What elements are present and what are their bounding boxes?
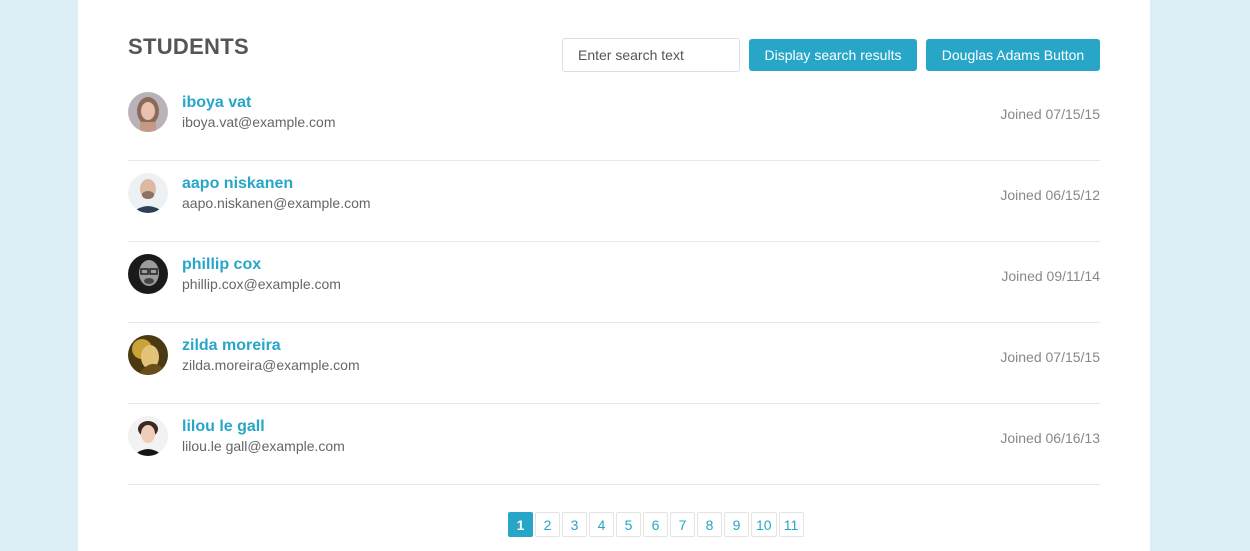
joined-date: Joined 07/15/15 xyxy=(1000,349,1100,365)
page-container: STUDENTS Display search results Douglas … xyxy=(78,0,1150,551)
joined-date: Joined 06/15/12 xyxy=(1000,187,1100,203)
student-name[interactable]: iboya vat xyxy=(182,94,251,112)
pagination: 1 2 3 4 5 6 7 8 9 10 11 xyxy=(508,512,804,537)
page-button-5[interactable]: 5 xyxy=(616,512,641,537)
student-row: aapo niskanen aapo.niskanen@example.com … xyxy=(128,161,1100,242)
joined-date: Joined 06/16/13 xyxy=(1000,430,1100,446)
student-email: zilda.moreira@example.com xyxy=(182,357,360,373)
page-button-3[interactable]: 3 xyxy=(562,512,587,537)
page-button-7[interactable]: 7 xyxy=(670,512,695,537)
page-button-10[interactable]: 10 xyxy=(751,512,777,537)
student-name[interactable]: zilda moreira xyxy=(182,337,281,355)
page-button-8[interactable]: 8 xyxy=(697,512,722,537)
student-email: aapo.niskanen@example.com xyxy=(182,195,371,211)
portrait-woman-golden-icon xyxy=(128,335,168,375)
search-input[interactable] xyxy=(562,38,740,72)
page-button-4[interactable]: 4 xyxy=(589,512,614,537)
student-row: iboya vat iboya.vat@example.com Joined 0… xyxy=(128,80,1100,161)
page-button-1[interactable]: 1 xyxy=(508,512,533,537)
douglas-adams-button[interactable]: Douglas Adams Button xyxy=(926,39,1100,71)
header: STUDENTS Display search results Douglas … xyxy=(128,0,1100,80)
page-button-11[interactable]: 11 xyxy=(778,512,804,537)
portrait-woman-icon xyxy=(128,92,168,132)
page-button-9[interactable]: 9 xyxy=(724,512,749,537)
portrait-woman-smiling-icon xyxy=(128,416,168,456)
student-row: zilda moreira zilda.moreira@example.com … xyxy=(128,323,1100,404)
page-button-2[interactable]: 2 xyxy=(535,512,560,537)
joined-date: Joined 07/15/15 xyxy=(1000,106,1100,122)
main-content: STUDENTS Display search results Douglas … xyxy=(128,0,1100,537)
student-row: lilou le gall lilou.le gall@example.com … xyxy=(128,404,1100,485)
student-email: iboya.vat@example.com xyxy=(182,114,336,130)
page-title: STUDENTS xyxy=(128,34,249,59)
student-list: iboya vat iboya.vat@example.com Joined 0… xyxy=(128,80,1100,485)
portrait-bald-man-icon xyxy=(128,173,168,213)
page-button-6[interactable]: 6 xyxy=(643,512,668,537)
student-row: phillip cox phillip.cox@example.com Join… xyxy=(128,242,1100,323)
student-name[interactable]: lilou le gall xyxy=(182,418,265,436)
portrait-man-glasses-icon xyxy=(128,254,168,294)
student-name[interactable]: aapo niskanen xyxy=(182,175,293,193)
student-email: lilou.le gall@example.com xyxy=(182,438,345,454)
display-search-results-button[interactable]: Display search results xyxy=(749,39,917,71)
joined-date: Joined 09/11/14 xyxy=(1001,268,1100,284)
student-email: phillip.cox@example.com xyxy=(182,276,341,292)
student-name[interactable]: phillip cox xyxy=(182,256,261,274)
